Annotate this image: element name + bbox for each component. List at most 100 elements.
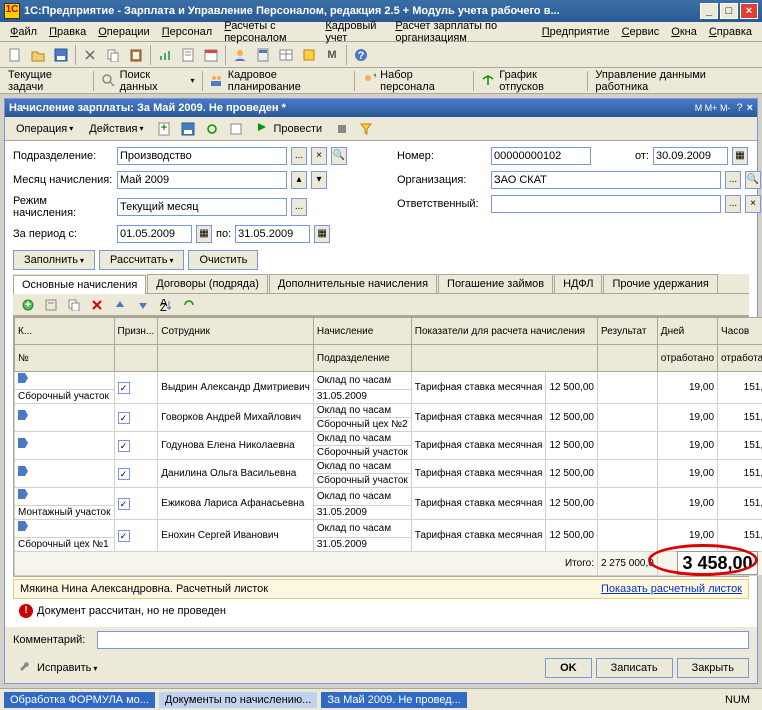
otvet-clear-button[interactable]: × bbox=[745, 195, 761, 213]
nabor-button[interactable]: +Набор персонала bbox=[358, 69, 470, 93]
doc-list-icon[interactable] bbox=[225, 118, 247, 140]
doc-help-icon[interactable]: ? bbox=[736, 102, 742, 114]
grafik-button[interactable]: График отпусков bbox=[477, 69, 584, 93]
col-prizn[interactable]: Призн... bbox=[114, 318, 158, 345]
more-icon[interactable] bbox=[298, 44, 320, 66]
row-checkbox[interactable]: ✓ bbox=[118, 412, 130, 424]
ot-input[interactable] bbox=[653, 147, 728, 165]
period-from-input[interactable] bbox=[117, 225, 192, 243]
podrazd-input[interactable] bbox=[117, 147, 287, 165]
grid-sort-icon[interactable]: AZ bbox=[155, 294, 177, 316]
ok-button[interactable]: OK bbox=[545, 658, 592, 678]
status-item-2[interactable]: Документы по начислению... bbox=[159, 692, 317, 708]
menu-Предприятие[interactable]: Предприятие bbox=[536, 24, 616, 40]
col-rez[interactable]: Результат bbox=[597, 318, 657, 345]
table-row[interactable]: ✓Говорков Андрей МихайловичОклад по часа… bbox=[15, 404, 762, 418]
rasschitat-button[interactable]: Рассчитать▾ bbox=[99, 250, 184, 270]
ispravit-button[interactable]: Исправить▾ bbox=[13, 657, 103, 679]
row-checkbox[interactable]: ✓ bbox=[118, 498, 130, 510]
maximize-button[interactable]: □ bbox=[720, 3, 738, 19]
search-data-button[interactable]: Поиск данных▾ bbox=[97, 69, 198, 93]
table-icon[interactable] bbox=[275, 44, 297, 66]
menu-Расчеты с персоналом[interactable]: Расчеты с персоналом bbox=[218, 18, 319, 46]
tasks-button[interactable]: Текущие задачи bbox=[4, 69, 90, 93]
actions-button[interactable]: Действия▾ bbox=[82, 120, 150, 138]
grid-delete-icon[interactable] bbox=[86, 294, 108, 316]
calendar-icon[interactable] bbox=[200, 44, 222, 66]
table-row[interactable]: ✓Ежикова Лариса АфанасьевнаОклад по часа… bbox=[15, 488, 762, 506]
copy-icon[interactable] bbox=[102, 44, 124, 66]
otvet-select-button[interactable]: ... bbox=[725, 195, 741, 213]
tab-5[interactable]: Прочие удержания bbox=[603, 274, 717, 293]
zapolnit-button[interactable]: Заполнить▾ bbox=[13, 250, 95, 270]
period-to-cal-button[interactable]: ▦ bbox=[314, 225, 330, 243]
paste-icon[interactable] bbox=[125, 44, 147, 66]
grid-copy-icon[interactable] bbox=[63, 294, 85, 316]
upravl-button[interactable]: Управление данными работника bbox=[591, 69, 758, 93]
doc-filter-icon[interactable] bbox=[355, 118, 377, 140]
rezhim-input[interactable] bbox=[117, 198, 287, 216]
info-link[interactable]: Показать расчетный листок bbox=[601, 583, 742, 595]
podrazd-search-button[interactable]: 🔍 bbox=[331, 147, 347, 165]
grid-refresh-icon[interactable] bbox=[178, 294, 200, 316]
tab-2[interactable]: Дополнительные начисления bbox=[269, 274, 437, 293]
period-from-cal-button[interactable]: ▦ bbox=[196, 225, 212, 243]
cut-icon[interactable] bbox=[79, 44, 101, 66]
minimize-button[interactable]: _ bbox=[700, 3, 718, 19]
tab-1[interactable]: Договоры (подряда) bbox=[147, 274, 268, 293]
nomer-input[interactable] bbox=[491, 147, 591, 165]
col-k[interactable]: К... bbox=[15, 318, 115, 345]
table-row[interactable]: ✓Енохин Сергей ИвановичОклад по часамТар… bbox=[15, 520, 762, 538]
doc-save-icon[interactable] bbox=[177, 118, 199, 140]
grid-edit-icon[interactable] bbox=[40, 294, 62, 316]
col-otrab2[interactable]: отработано bbox=[718, 345, 762, 372]
menu-Файл[interactable]: Файл bbox=[4, 24, 43, 40]
row-checkbox[interactable]: ✓ bbox=[118, 382, 130, 394]
table-row[interactable]: ✓Выдрин Александр ДмитриевичОклад по час… bbox=[15, 372, 762, 390]
row-checkbox[interactable]: ✓ bbox=[118, 468, 130, 480]
memory-buttons[interactable]: M M+ M- bbox=[695, 103, 731, 113]
zakryt-button[interactable]: Закрыть bbox=[677, 658, 749, 678]
menu-Правка[interactable]: Правка bbox=[43, 24, 92, 40]
col-podrazd[interactable]: Подразделение bbox=[313, 345, 411, 372]
doc-close-icon[interactable]: × bbox=[747, 102, 753, 114]
menu-Персонал[interactable]: Персонал bbox=[156, 24, 219, 40]
kadr-plan-button[interactable]: Кадровое планирование bbox=[205, 69, 351, 93]
comment-input[interactable] bbox=[97, 631, 749, 649]
menu-Расчет зарплаты по организациям[interactable]: Расчет зарплаты по организациям bbox=[389, 18, 535, 46]
col-dnei[interactable]: Дней bbox=[657, 318, 717, 345]
help-icon[interactable]: ? bbox=[350, 44, 372, 66]
org-select-button[interactable]: ... bbox=[725, 171, 741, 189]
podrazd-select-button[interactable]: ... bbox=[291, 147, 307, 165]
tab-3[interactable]: Погашение займов bbox=[438, 274, 553, 293]
otvet-input[interactable] bbox=[491, 195, 721, 213]
grid-down-icon[interactable] bbox=[132, 294, 154, 316]
menu-Справка[interactable]: Справка bbox=[703, 24, 758, 40]
status-item-3[interactable]: За Май 2009. Не провед... bbox=[321, 692, 467, 708]
col-chasov[interactable]: Часов bbox=[718, 318, 762, 345]
period-to-input[interactable] bbox=[235, 225, 310, 243]
menu-Кадровый учет[interactable]: Кадровый учет bbox=[319, 18, 389, 46]
provesti-button[interactable]: Провести bbox=[249, 118, 330, 140]
open-icon[interactable] bbox=[27, 44, 49, 66]
rezhim-select-button[interactable]: ... bbox=[291, 198, 307, 216]
org-search-button[interactable]: 🔍 bbox=[745, 171, 761, 189]
m-icon[interactable]: M bbox=[321, 44, 343, 66]
menu-Операции[interactable]: Операции bbox=[92, 24, 155, 40]
grid-add-icon[interactable]: + bbox=[17, 294, 39, 316]
mesyac-input[interactable] bbox=[117, 171, 287, 189]
col-sotr[interactable]: Сотрудник bbox=[158, 318, 314, 345]
table-row[interactable]: ✓Данилина Ольга ВасильевнаОклад по часам… bbox=[15, 460, 762, 474]
data-grid[interactable]: К... Призн... Сотрудник Начисление Показ… bbox=[13, 316, 749, 577]
tab-4[interactable]: НДФЛ bbox=[554, 274, 602, 293]
status-item-1[interactable]: Обработка ФОРМУЛА мо... bbox=[4, 692, 155, 708]
ot-cal-button[interactable]: ▦ bbox=[732, 147, 748, 165]
chart-icon[interactable] bbox=[154, 44, 176, 66]
ochistit-button[interactable]: Очистить bbox=[188, 250, 258, 270]
grid-up-icon[interactable] bbox=[109, 294, 131, 316]
doc-new-icon[interactable]: + bbox=[153, 118, 175, 140]
users-icon[interactable] bbox=[229, 44, 251, 66]
col-otrab[interactable]: отработано bbox=[657, 345, 717, 372]
col-n[interactable]: № bbox=[15, 345, 115, 372]
save-icon[interactable] bbox=[50, 44, 72, 66]
